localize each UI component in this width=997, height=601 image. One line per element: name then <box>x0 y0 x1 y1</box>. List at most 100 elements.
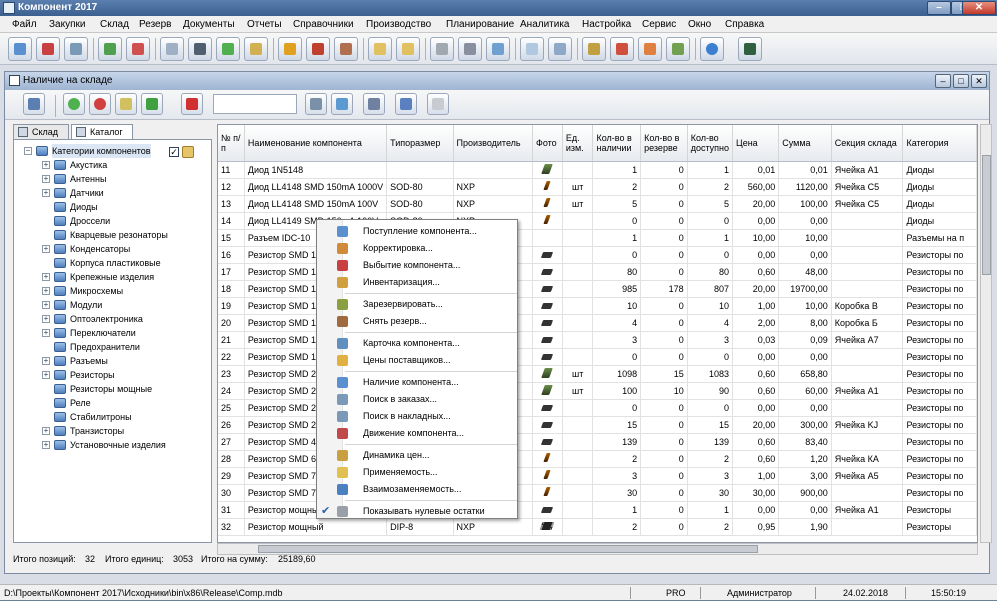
tb-exit-button[interactable] <box>738 37 762 61</box>
expand-icon[interactable]: + <box>42 245 50 253</box>
context-menu-item[interactable]: Зарезервировать... <box>317 296 517 313</box>
tb-date-button[interactable] <box>638 37 662 61</box>
tb-folder-button[interactable] <box>368 37 392 61</box>
expand-icon[interactable]: + <box>42 315 50 323</box>
menu-references[interactable]: Справочники <box>293 18 354 31</box>
column-header[interactable]: Цена <box>732 125 780 162</box>
column-header[interactable]: Кол-во в наличии <box>592 125 642 162</box>
tb-doc-add-button[interactable] <box>98 37 122 61</box>
menu-service[interactable]: Сервис <box>642 18 676 31</box>
delete-button[interactable] <box>89 93 111 115</box>
expand-icon[interactable]: + <box>42 427 50 435</box>
menu-help[interactable]: Справка <box>725 18 764 31</box>
expand-icon[interactable]: + <box>42 357 50 365</box>
menu-purchases[interactable]: Закупки <box>49 18 85 31</box>
child-minimize-button[interactable]: – <box>935 74 951 88</box>
column-header[interactable]: Кол-во в резерве <box>640 125 688 162</box>
tb-network-button[interactable] <box>666 37 690 61</box>
view-button[interactable] <box>305 93 327 115</box>
add-button[interactable] <box>63 93 85 115</box>
menu-file[interactable]: Файл <box>12 18 37 31</box>
context-menu-item[interactable]: Корректировка... <box>317 240 517 257</box>
column-header[interactable]: Наименование компонента <box>244 125 388 162</box>
tb-folders-button[interactable] <box>396 37 420 61</box>
tb-calendar-button[interactable] <box>610 37 634 61</box>
context-menu-item[interactable]: Применяемость... <box>317 464 517 481</box>
context-menu-item[interactable]: Поступление компонента... <box>317 223 517 240</box>
menu-warehouse[interactable]: Склад <box>100 18 129 31</box>
filter-button[interactable] <box>331 93 353 115</box>
tb-table-button[interactable] <box>486 37 510 61</box>
vertical-scrollbar[interactable] <box>980 124 992 543</box>
tab-warehouse[interactable]: Склад <box>13 124 69 140</box>
context-menu-item[interactable]: Цены поставщиков... <box>317 352 517 369</box>
tb-scales-button[interactable] <box>582 37 606 61</box>
collapse-icon[interactable]: − <box>24 147 32 155</box>
column-header[interactable]: Производитель <box>453 125 533 162</box>
column-header[interactable]: Сумма <box>778 125 832 162</box>
context-menu-item[interactable]: Выбытие компонента... <box>317 257 517 274</box>
tb-user-button[interactable] <box>334 37 358 61</box>
table-row[interactable]: 12 Диод LL4148 SMD 150mA 1000V SOD-80 NXP шт… <box>218 178 977 196</box>
context-menu-item[interactable]: Карточка компонента... <box>317 335 517 352</box>
expand-icon[interactable]: + <box>42 329 50 337</box>
vscroll-thumb[interactable] <box>982 155 991 275</box>
expand-icon[interactable]: + <box>42 273 50 281</box>
tb-gear-button[interactable] <box>430 37 454 61</box>
menu-planning[interactable]: Планирование <box>446 18 514 31</box>
tb-globe-button[interactable] <box>700 37 724 61</box>
context-menu-item[interactable]: Инвентаризация... <box>317 274 517 291</box>
tb-binoculars-button[interactable] <box>188 37 212 61</box>
column-header[interactable]: Фото <box>532 125 563 162</box>
context-menu-item[interactable]: Поиск в накладных... <box>317 408 517 425</box>
context-menu-item[interactable]: Движение компонента... <box>317 425 517 442</box>
context-menu-item[interactable]: Поиск в заказах... <box>317 391 517 408</box>
menu-settings[interactable]: Настройка <box>582 18 631 31</box>
expand-icon[interactable]: + <box>42 161 50 169</box>
tree-options-icon[interactable] <box>182 146 194 158</box>
tb-search-button[interactable] <box>64 37 88 61</box>
print-button[interactable] <box>363 93 385 115</box>
menu-window[interactable]: Окно <box>688 18 711 31</box>
column-header[interactable]: Ед. изм. <box>562 125 594 162</box>
back-button[interactable] <box>141 93 163 115</box>
approve-button[interactable] <box>427 93 449 115</box>
context-menu-item[interactable]: Взаимозаменяемость... <box>317 481 517 498</box>
context-menu-item[interactable]: Динамика цен... <box>317 447 517 464</box>
context-menu-item[interactable]: ✔ Показывать нулевые остатки <box>317 503 517 520</box>
edit-button[interactable] <box>115 93 137 115</box>
menu-production[interactable]: Производство <box>366 18 431 31</box>
report-button[interactable] <box>395 93 417 115</box>
toolbar-field[interactable] <box>213 94 297 114</box>
column-header[interactable]: Кол-во доступно <box>687 125 734 162</box>
menu-reserve[interactable]: Резерв <box>139 18 171 31</box>
save-button[interactable] <box>23 93 45 115</box>
column-header[interactable]: Типоразмер <box>386 125 454 162</box>
minimize-button[interactable]: – <box>927 1 951 15</box>
menu-reports[interactable]: Отчеты <box>247 18 282 31</box>
child-maximize-button[interactable]: □ <box>953 74 969 88</box>
cancel-button[interactable] <box>181 93 203 115</box>
tree-checkbox[interactable]: ✓ <box>169 147 179 157</box>
column-header[interactable]: Секция склада <box>831 125 904 162</box>
context-menu-item[interactable]: Наличие компонента... <box>317 374 517 391</box>
expand-icon[interactable]: + <box>42 301 50 309</box>
table-row[interactable]: 11 Диод 1N5148 1 0 1 0,01 0,01 Ячейка А1 Диоды <box>218 161 977 179</box>
tb-gears-button[interactable] <box>458 37 482 61</box>
expand-icon[interactable]: + <box>42 175 50 183</box>
expand-icon[interactable]: + <box>42 189 50 197</box>
tb-doc-remove-button[interactable] <box>126 37 150 61</box>
table-row[interactable]: 13 Диод LL4148 SMD 150mA 100V SOD-80 NXP шт 5… <box>218 195 977 213</box>
tb-printer-button[interactable] <box>306 37 330 61</box>
tb-chip-button[interactable] <box>278 37 302 61</box>
tb-scroll-button[interactable] <box>520 37 544 61</box>
menu-documents[interactable]: Документы <box>183 18 235 31</box>
expand-icon[interactable]: + <box>42 371 50 379</box>
context-menu-item[interactable]: Снять резерв... <box>317 313 517 330</box>
tb-refresh-button[interactable] <box>216 37 240 61</box>
tb-find-button[interactable] <box>160 37 184 61</box>
expand-icon[interactable]: + <box>42 441 50 449</box>
child-close-button[interactable]: ✕ <box>971 74 987 88</box>
table-row[interactable]: 32 Резистор мощный DIP-8 NXP 2 0 2 0,95 1,90 Рези… <box>218 518 977 536</box>
tb-writeoff-button[interactable] <box>36 37 60 61</box>
